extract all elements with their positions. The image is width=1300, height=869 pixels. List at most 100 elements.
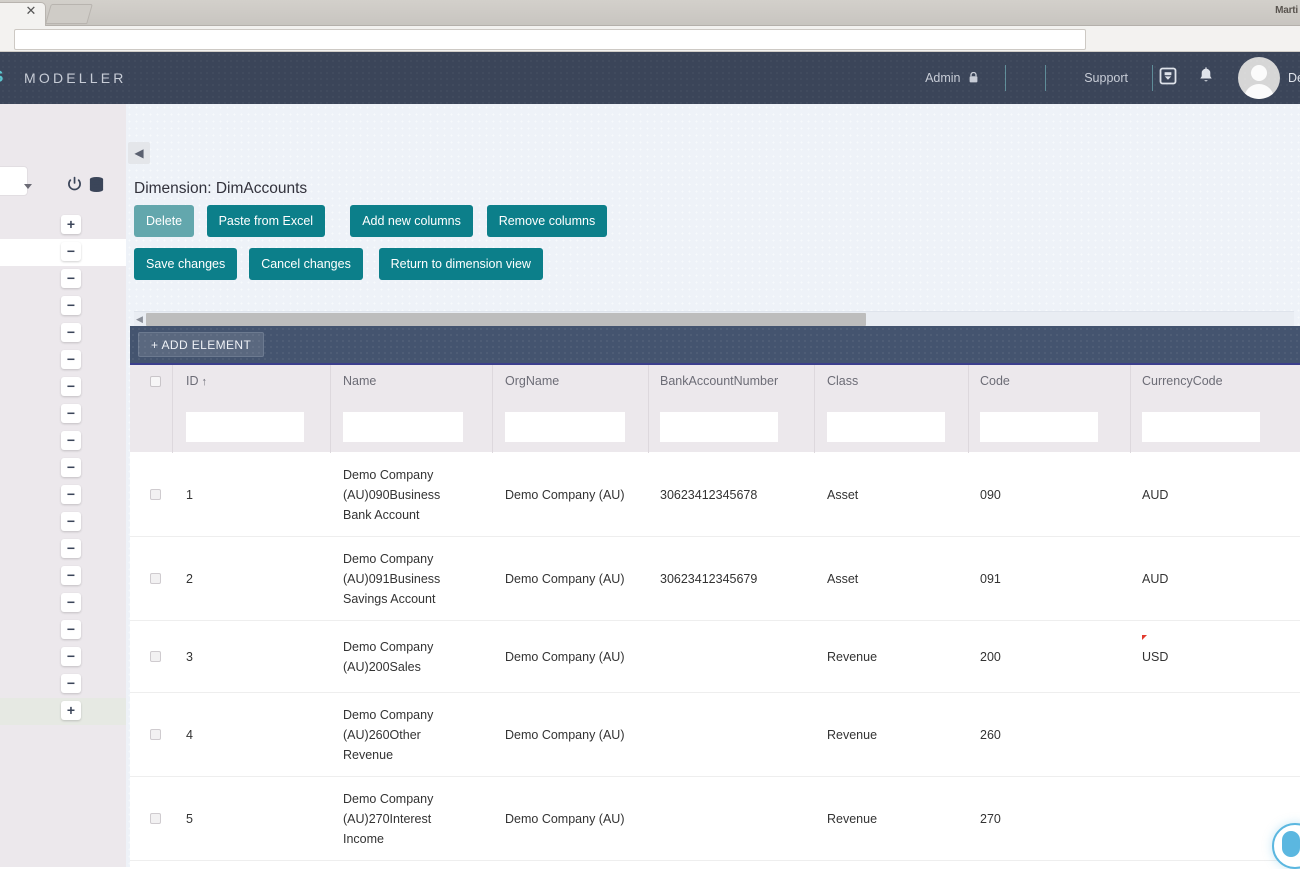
browser-profile-name[interactable]: Marti xyxy=(1275,5,1298,16)
chevron-down-icon[interactable] xyxy=(24,184,32,189)
sidebar-item-16[interactable]: − xyxy=(0,644,126,671)
cell-currencycode[interactable]: AUD xyxy=(1142,569,1268,589)
table-row[interactable]: Demo Company xyxy=(130,861,1300,867)
cell-orgname[interactable]: Demo Company (AU) xyxy=(505,647,633,667)
collapse-sidebar-button[interactable]: ◀ xyxy=(128,142,150,164)
sidebar-item-5[interactable]: − xyxy=(0,347,126,374)
collapse-node-button[interactable]: − xyxy=(61,458,81,477)
column-header-orgname[interactable]: OrgName xyxy=(505,374,559,388)
collapse-node-button[interactable]: − xyxy=(61,350,81,369)
row-select-checkbox[interactable] xyxy=(150,813,161,824)
filter-input-name[interactable] xyxy=(343,412,463,442)
cell-name[interactable]: Demo Company (AU)270Interest Income xyxy=(343,789,471,849)
cell-class[interactable]: Revenue xyxy=(827,809,953,829)
brand-logo[interactable]: S xyxy=(0,67,4,87)
collapse-node-button[interactable]: − xyxy=(61,674,81,693)
table-row[interactable]: 1 Demo Company (AU)090Business Bank Accou… xyxy=(130,453,1300,537)
row-select-checkbox[interactable] xyxy=(150,651,161,662)
cell-orgname[interactable]: Demo Company (AU) xyxy=(505,725,633,745)
collapse-node-button[interactable]: − xyxy=(61,620,81,639)
sidebar-model-select[interactable] xyxy=(0,166,28,196)
bell-icon[interactable] xyxy=(1196,66,1220,90)
expand-node-button[interactable]: + xyxy=(61,215,81,234)
sidebar-item-18[interactable]: + xyxy=(0,698,126,725)
cancel-changes-button[interactable]: Cancel changes xyxy=(249,248,363,280)
row-select-checkbox[interactable] xyxy=(150,573,161,584)
new-tab-button[interactable] xyxy=(45,4,93,24)
collapse-node-button[interactable]: − xyxy=(61,404,81,423)
select-all-checkbox[interactable] xyxy=(150,376,161,387)
collapse-node-button[interactable]: − xyxy=(61,566,81,585)
cell-class[interactable]: Asset xyxy=(827,485,953,505)
collapse-node-button[interactable]: − xyxy=(61,539,81,558)
table-row[interactable]: 5 Demo Company (AU)270Interest Income Demo… xyxy=(130,777,1300,861)
cell-id[interactable]: 5 xyxy=(186,809,312,829)
collapse-node-button[interactable]: − xyxy=(61,431,81,450)
browser-tab-active[interactable] xyxy=(0,2,46,26)
cell-code[interactable]: 260 xyxy=(980,725,1106,745)
collapse-node-button[interactable]: − xyxy=(61,269,81,288)
collapse-node-button[interactable]: − xyxy=(61,512,81,531)
cell-id[interactable]: 1 xyxy=(186,485,312,505)
horizontal-scrollbar[interactable]: ◀ xyxy=(134,311,1294,326)
cell-code[interactable]: 090 xyxy=(980,485,1106,505)
sidebar-item-12[interactable]: − xyxy=(0,536,126,563)
collapse-node-button[interactable]: − xyxy=(61,485,81,504)
sidebar-item-4[interactable]: tions− xyxy=(0,320,126,347)
cell-orgname[interactable]: Demo Company (AU) xyxy=(505,485,633,505)
sidebar-item-17[interactable]: − xyxy=(0,671,126,698)
add-element-button[interactable]: + ADD ELEMENT xyxy=(138,332,265,357)
sidebar-item-6[interactable]: asures− xyxy=(0,374,126,401)
cell-currencycode[interactable]: AUD xyxy=(1142,485,1268,505)
save-changes-button[interactable]: Save changes xyxy=(134,248,238,280)
sidebar-item-2[interactable]: rs− xyxy=(0,266,126,293)
scroll-left-arrow-icon[interactable]: ◀ xyxy=(134,314,145,325)
sidebar-item-9[interactable]: Category2− xyxy=(0,455,126,482)
sidebar-item-11[interactable]: − xyxy=(0,509,126,536)
sidebar-item-13[interactable]: − xyxy=(0,563,126,590)
cell-bankaccountnumber[interactable]: 30623412345679 xyxy=(660,569,786,589)
sidebar-item-0[interactable]: + xyxy=(0,212,126,239)
cell-code[interactable]: 091 xyxy=(980,569,1106,589)
database-icon[interactable] xyxy=(88,176,105,198)
cell-name[interactable]: Demo Company (AU)090Business Bank Accoun… xyxy=(343,465,471,525)
collapse-node-button[interactable]: − xyxy=(61,242,81,261)
column-header-class[interactable]: Class xyxy=(827,374,858,388)
collapse-node-button[interactable]: − xyxy=(61,323,81,342)
cell-code[interactable]: 200 xyxy=(980,647,1106,667)
column-header-bankaccountnumber[interactable]: BankAccountNumber xyxy=(660,374,778,388)
cell-currencycode[interactable]: USD xyxy=(1142,647,1268,667)
cell-class[interactable]: Revenue xyxy=(827,725,953,745)
sidebar-item-15[interactable]: − xyxy=(0,617,126,644)
collapse-node-button[interactable]: − xyxy=(61,647,81,666)
collapse-node-button[interactable]: − xyxy=(61,377,81,396)
table-row[interactable]: 4 Demo Company (AU)260Other Revenue Demo C… xyxy=(130,693,1300,777)
filter-input-bankaccountnumber[interactable] xyxy=(660,412,778,442)
paste-from-excel-button[interactable]: Paste from Excel xyxy=(206,205,326,237)
cell-id[interactable]: 2 xyxy=(186,569,312,589)
filter-input-class[interactable] xyxy=(827,412,945,442)
column-header-currencycode[interactable]: CurrencyCode xyxy=(1142,374,1223,388)
cell-bankaccountnumber[interactable]: 30623412345678 xyxy=(660,485,786,505)
sidebar-item-8[interactable]: Category1− xyxy=(0,428,126,455)
url-bar[interactable] xyxy=(14,29,1086,50)
cell-orgname[interactable]: Demo Company (AU) xyxy=(505,569,633,589)
cell-class[interactable]: Asset xyxy=(827,569,953,589)
filter-input-id[interactable] xyxy=(186,412,304,442)
cell-name[interactable]: Demo Company (AU)260Other Revenue xyxy=(343,705,471,765)
cell-id[interactable]: 3 xyxy=(186,647,312,667)
cell-orgname[interactable]: Demo Company (AU) xyxy=(505,809,633,829)
nav-admin-link[interactable]: Admin xyxy=(925,71,978,85)
filter-input-orgname[interactable] xyxy=(505,412,625,442)
column-header-id[interactable]: ID ↑ xyxy=(186,374,207,388)
cell-name[interactable]: Demo Company (AU)200Sales xyxy=(343,637,471,677)
sidebar-item-1[interactable]: s− xyxy=(0,239,126,266)
tab-close-icon[interactable]: ✕ xyxy=(24,4,38,18)
scrollbar-thumb[interactable] xyxy=(146,313,866,326)
collapse-node-button[interactable]: − xyxy=(61,296,81,315)
collapse-node-button[interactable]: − xyxy=(61,593,81,612)
sidebar-item-14[interactable]: es− xyxy=(0,590,126,617)
cell-code[interactable]: 270 xyxy=(980,809,1106,829)
return-to-dimension-view-button[interactable]: Return to dimension view xyxy=(378,248,543,280)
table-row[interactable]: 2 Demo Company (AU)091Business Savings Ac… xyxy=(130,537,1300,621)
